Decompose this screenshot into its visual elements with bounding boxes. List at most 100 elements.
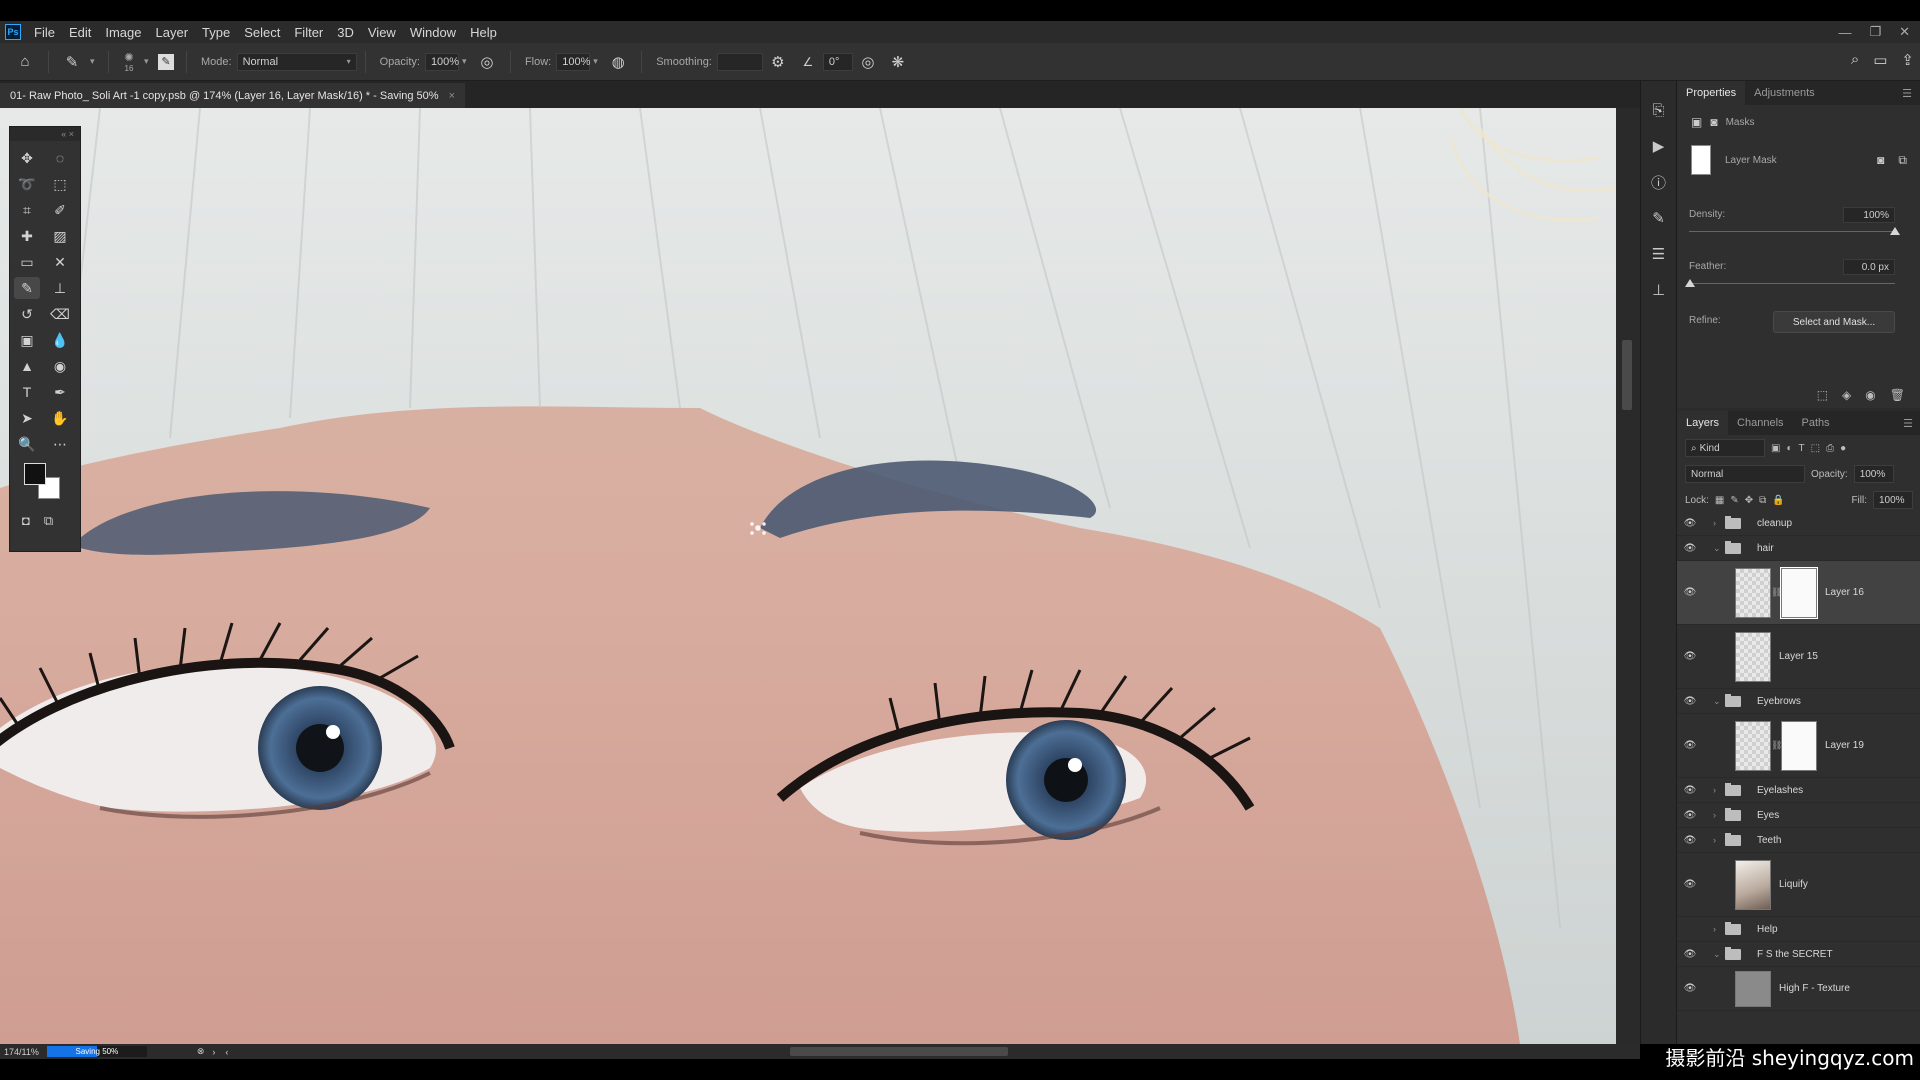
chevron-left-icon[interactable]: ‹ — [225, 1047, 228, 1057]
menu-layer[interactable]: Layer — [149, 25, 196, 40]
workspace-icon[interactable]: ▭ — [1873, 51, 1887, 69]
pixel-mask-icon[interactable]: ▣ — [1691, 115, 1702, 129]
vertical-scrollbar[interactable] — [1616, 108, 1640, 1044]
menu-filter[interactable]: Filter — [287, 25, 330, 40]
layer-row[interactable]: 👁 › Eyes — [1677, 803, 1920, 828]
clone-stamp-icon[interactable]: ⊥ — [47, 277, 73, 299]
close-window-button[interactable]: ✕ — [1899, 24, 1910, 40]
visibility-eye-icon[interactable]: 👁 — [1677, 879, 1703, 890]
clone-source-icon[interactable]: ⊥ — [1648, 279, 1670, 301]
cancel-save-icon[interactable]: ⊗ — [197, 1046, 205, 1057]
layer-row[interactable]: 👁 › cleanup — [1677, 511, 1920, 536]
menu-help[interactable]: Help — [463, 25, 504, 40]
select-and-mask-button[interactable]: Select and Mask... — [1773, 311, 1895, 333]
density-slider-knob[interactable] — [1890, 227, 1900, 235]
info-icon[interactable]: ⓘ — [1648, 171, 1670, 193]
filter-smart-icon[interactable]: ⎙ — [1826, 443, 1834, 454]
symmetry-icon[interactable]: ❋ — [887, 51, 909, 73]
chevron-right-icon[interactable]: › — [1713, 518, 1725, 528]
share-icon[interactable]: ⇪ — [1901, 51, 1914, 69]
restore-button[interactable]: ❐ — [1869, 24, 1881, 40]
fill-field[interactable]: 100% — [1873, 491, 1913, 509]
density-slider[interactable] — [1689, 231, 1895, 232]
more-tools-icon[interactable]: ⋯ — [47, 433, 73, 455]
layer-thumbnail[interactable] — [1735, 970, 1771, 1007]
eyedropper-icon[interactable]: ✐ — [47, 199, 73, 221]
blur-tool-icon[interactable]: 💧 — [47, 329, 73, 351]
document-tab[interactable]: 01- Raw Photo_ Soli Art -1 copy.psb @ 17… — [0, 83, 466, 108]
filter-adjustment-icon[interactable]: ◐ — [1786, 443, 1792, 454]
link-icon[interactable]: ⛓ — [1771, 740, 1782, 751]
object-select-icon[interactable]: ⬚ — [47, 173, 73, 195]
layer-row[interactable]: 👁 › Teeth — [1677, 828, 1920, 853]
load-selection-icon[interactable]: ⬚ — [1817, 388, 1828, 402]
feather-field[interactable]: 0.0 px — [1843, 259, 1895, 275]
filter-shape-icon[interactable]: ⬚ — [1811, 443, 1820, 454]
angle-field[interactable]: 0° — [822, 52, 853, 71]
actions-play-icon[interactable]: ▶ — [1648, 135, 1670, 157]
history-brush-icon[interactable]: ↺ — [14, 303, 40, 325]
blend-mode-select[interactable]: Normal — [1685, 465, 1805, 483]
layer-thumbnail[interactable] — [1735, 859, 1771, 910]
dodge-tool-icon[interactable]: ▲ — [14, 355, 40, 377]
visibility-eye-icon[interactable]: 👁 — [1677, 740, 1703, 751]
layer-opacity-field[interactable]: 100% — [1853, 465, 1894, 483]
layer-row[interactable]: 👁 ⛓ Layer 16 — [1677, 561, 1920, 625]
toggle-mask-icon[interactable]: ◉ — [1865, 388, 1875, 402]
visibility-eye-icon[interactable]: 👁 — [1677, 651, 1703, 662]
hand-tool-icon[interactable]: ✋ — [47, 407, 73, 429]
layer-row[interactable]: 👁 ⛓ Layer 19 — [1677, 714, 1920, 778]
menu-file[interactable]: File — [27, 25, 62, 40]
chevron-right-icon[interactable]: › — [1713, 835, 1725, 845]
search-icon[interactable]: ⌕ — [1851, 51, 1859, 69]
layer-row[interactable]: 👁 Liquify — [1677, 853, 1920, 917]
adjustments-sliders-icon[interactable]: ☰ — [1648, 243, 1670, 265]
visibility-eye-icon[interactable]: 👁 — [1677, 785, 1703, 796]
chevron-right-icon[interactable]: › — [1713, 810, 1725, 820]
lock-position-icon[interactable]: ✥ — [1745, 495, 1753, 506]
sponge-tool-icon[interactable]: ◉ — [47, 355, 73, 377]
visibility-eye-icon[interactable]: 👁 — [1677, 810, 1703, 821]
quick-mask-icon[interactable]: ◘ — [22, 513, 30, 529]
menu-view[interactable]: View — [361, 25, 403, 40]
layer-mask-thumbnail[interactable] — [1781, 720, 1817, 771]
layer-mask-thumbnail[interactable] — [1780, 566, 1818, 619]
add-pixel-mask-icon[interactable]: ◙ — [1877, 153, 1884, 167]
healing-brush-icon[interactable]: ✚ — [14, 225, 40, 247]
pen-tool-icon[interactable]: ✒ — [47, 381, 73, 403]
flow-field[interactable]: 100% — [556, 52, 590, 71]
filter-pixel-icon[interactable]: ▣ — [1771, 443, 1780, 454]
chevron-down-icon[interactable]: ▾ — [144, 56, 154, 67]
visibility-eye-icon[interactable]: 👁 — [1677, 696, 1703, 707]
layer-row[interactable]: 👁 ⌄ hair — [1677, 536, 1920, 561]
visibility-eye-icon[interactable]: 👁 — [1677, 587, 1703, 598]
brush-tool-icon[interactable]: ✎ — [61, 51, 83, 73]
density-field[interactable]: 100% — [1843, 207, 1895, 223]
filter-type-icon[interactable]: T — [1799, 443, 1805, 454]
foreground-color-swatch[interactable] — [24, 463, 46, 485]
layer-row[interactable]: 👁 Layer 15 — [1677, 625, 1920, 689]
mode-select[interactable]: Normal ▾ — [236, 52, 357, 71]
document-canvas[interactable] — [0, 108, 1616, 1044]
tools-panel-header[interactable]: « × — [10, 127, 80, 141]
visibility-eye-icon[interactable]: 👁 — [1677, 835, 1703, 846]
move-tool-icon[interactable]: ✥ — [14, 147, 40, 169]
layer-row[interactable]: 👁 › Eyelashes — [1677, 778, 1920, 803]
visibility-eye-icon[interactable]: 👁 — [1677, 949, 1703, 960]
layer-thumbnail[interactable] — [1735, 720, 1771, 771]
type-tool-icon[interactable]: T — [14, 381, 40, 403]
tab-paths[interactable]: Paths — [1793, 411, 1839, 435]
layer-row[interactable]: 👁 ⌄ Eyebrows — [1677, 689, 1920, 714]
brush-settings-icon[interactable]: ✎ — [1648, 207, 1670, 229]
pressure-size-icon[interactable]: ◎ — [857, 51, 879, 73]
gradient-tool-icon[interactable]: ▣ — [14, 329, 40, 351]
opacity-field[interactable]: 100% — [424, 52, 459, 71]
vertical-scrollbar-thumb[interactable] — [1622, 340, 1632, 410]
chevron-down-icon[interactable]: ⌄ — [1713, 696, 1725, 707]
chevron-down-icon[interactable]: ⌄ — [1713, 949, 1725, 960]
screen-mode-icon[interactable]: ⧉ — [44, 513, 53, 529]
patch-tool-icon[interactable]: ▨ — [47, 225, 73, 247]
apply-mask-icon[interactable]: ◈ — [1842, 388, 1851, 402]
minimize-button[interactable]: — — [1838, 25, 1851, 40]
lock-artboard-icon[interactable]: ⧉ — [1759, 495, 1766, 506]
